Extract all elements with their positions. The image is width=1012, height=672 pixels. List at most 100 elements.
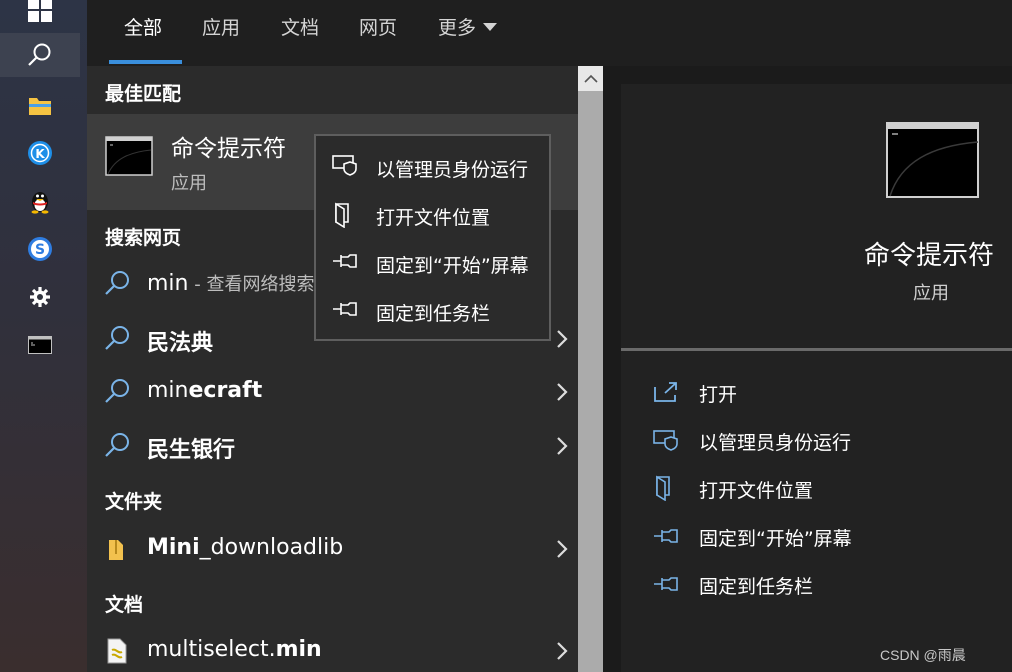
preview-action-label: 固定到“开始”屏幕	[699, 528, 852, 550]
scroll-up-button[interactable]	[578, 66, 603, 91]
preview-pane: 命令提示符 应用 打开 以管理员身份运行 打开文件位置 固定到“开始”屏幕 固定…	[621, 84, 1012, 672]
tab-documents-label: 文档	[281, 17, 320, 39]
context-menu-pin-start[interactable]: 固定到“开始”屏幕	[316, 242, 549, 282]
context-menu-pin-taskbar[interactable]: 固定到任务栏	[316, 290, 549, 330]
command-prompt-large-icon	[886, 122, 979, 198]
tab-active-indicator	[109, 60, 182, 64]
pin-icon	[333, 254, 357, 268]
dropdown-triangle-icon	[483, 23, 498, 31]
taskbar-sogou[interactable]: S	[0, 227, 80, 271]
preview-action-open-location[interactable]: 打开文件位置	[653, 473, 813, 503]
web-result-bank[interactable]: 民生银行	[87, 423, 578, 473]
taskbar-file-explorer[interactable]	[0, 84, 80, 128]
zip-folder-icon	[109, 540, 123, 560]
context-menu-open-location[interactable]: 打开文件位置	[316, 194, 549, 234]
context-menu: 以管理员身份运行 打开文件位置 固定到“开始”屏幕 固定到任务栏	[314, 134, 551, 341]
tab-more-label: 更多	[438, 17, 477, 39]
preview-action-pin-start[interactable]: 固定到“开始”屏幕	[653, 521, 852, 551]
web-search-header: 搜索网页	[105, 227, 182, 249]
taskbar-settings[interactable]	[0, 275, 80, 319]
web-result-text: 民法典	[147, 331, 214, 356]
folder-result-match: Mini	[147, 535, 200, 560]
svg-text:S: S	[35, 242, 45, 258]
document-result[interactable]: multiselect.min	[87, 628, 578, 672]
folders-header: 文件夹	[105, 491, 163, 513]
results-scrollbar[interactable]	[578, 66, 603, 672]
tab-web[interactable]: 网页	[359, 0, 397, 66]
search-icon	[105, 326, 129, 350]
pin-icon	[654, 529, 678, 543]
web-result-text: 民生银行	[147, 438, 236, 463]
preview-action-label: 打开	[699, 384, 738, 406]
file-location-icon	[335, 202, 349, 228]
tab-all[interactable]: 全部	[124, 0, 162, 66]
open-icon	[654, 382, 677, 402]
script-file-icon	[107, 638, 127, 664]
best-match-subtitle: 应用	[171, 173, 207, 194]
chevron-right-icon	[557, 540, 568, 558]
web-result-minecraft[interactable]: minecraft	[87, 369, 578, 419]
best-match-header: 最佳匹配	[105, 83, 182, 105]
tab-more[interactable]: 更多	[438, 0, 498, 66]
search-icon	[105, 433, 129, 457]
pin-icon	[654, 577, 678, 591]
windows-start-button[interactable]	[0, 0, 80, 32]
search-icon	[28, 43, 51, 66]
best-match-title: 命令提示符	[171, 136, 286, 162]
watermark: CSDN @雨晨	[880, 647, 966, 663]
tab-documents[interactable]: 文档	[281, 0, 319, 66]
windows-logo-icon	[28, 0, 52, 22]
chevron-right-icon	[557, 642, 568, 660]
folder-result-rest: _downloadlib	[199, 535, 344, 560]
chevron-right-icon	[557, 437, 568, 455]
context-menu-label: 固定到“开始”屏幕	[376, 255, 529, 277]
web-result-completion: ecraft	[188, 378, 263, 403]
web-result-match: min	[147, 378, 189, 403]
document-result-match: min	[275, 637, 322, 662]
preview-action-open[interactable]: 打开	[653, 377, 737, 407]
svg-text:K: K	[35, 147, 45, 161]
context-menu-run-as-admin[interactable]: 以管理员身份运行	[316, 146, 549, 186]
search-icon	[105, 379, 129, 403]
shield-icon	[332, 155, 357, 176]
search-icon	[105, 271, 129, 295]
context-menu-label: 固定到任务栏	[376, 303, 491, 325]
context-menu-label: 打开文件位置	[376, 207, 491, 229]
documents-header: 文档	[105, 594, 144, 616]
file-location-icon	[656, 475, 670, 501]
preview-subtitle: 应用	[913, 283, 949, 304]
taskbar-k-app[interactable]: K	[0, 131, 80, 175]
tab-apps[interactable]: 应用	[202, 0, 240, 66]
command-prompt-icon	[105, 136, 153, 176]
taskbar-search-button[interactable]	[0, 33, 80, 77]
k-app-icon: K	[28, 141, 52, 165]
folder-result[interactable]: Mini_downloadlib	[87, 526, 578, 576]
preview-action-pin-taskbar[interactable]: 固定到任务栏	[653, 569, 813, 599]
taskbar-qq[interactable]	[0, 179, 80, 223]
preview-action-label: 固定到任务栏	[699, 576, 814, 598]
document-result-name: multiselect.	[147, 637, 276, 662]
taskbar: K S	[0, 0, 87, 672]
context-menu-label: 以管理员身份运行	[376, 159, 529, 181]
preview-title: 命令提示符	[864, 241, 995, 271]
preview-action-label: 以管理员身份运行	[699, 432, 852, 454]
preview-action-label: 打开文件位置	[699, 480, 814, 502]
web-result-query: min	[147, 271, 189, 296]
folder-icon	[29, 98, 51, 115]
search-filter-tabs: 全部 应用 文档 网页 更多	[87, 0, 1012, 66]
chevron-right-icon	[557, 330, 568, 348]
chevron-right-icon	[557, 383, 568, 401]
pin-icon	[333, 302, 357, 316]
sogou-icon: S	[28, 237, 52, 261]
command-prompt-icon	[28, 336, 52, 354]
taskbar-command-prompt[interactable]	[0, 323, 80, 367]
preview-divider	[621, 348, 1012, 351]
qq-penguin-icon	[31, 192, 49, 214]
chevron-up-icon	[583, 74, 598, 83]
preview-action-run-as-admin[interactable]: 以管理员身份运行	[653, 425, 851, 455]
tab-web-label: 网页	[359, 17, 398, 39]
shield-icon	[653, 430, 678, 451]
gear-icon	[30, 287, 50, 307]
tab-apps-label: 应用	[202, 17, 241, 39]
tab-all-label: 全部	[124, 17, 163, 39]
